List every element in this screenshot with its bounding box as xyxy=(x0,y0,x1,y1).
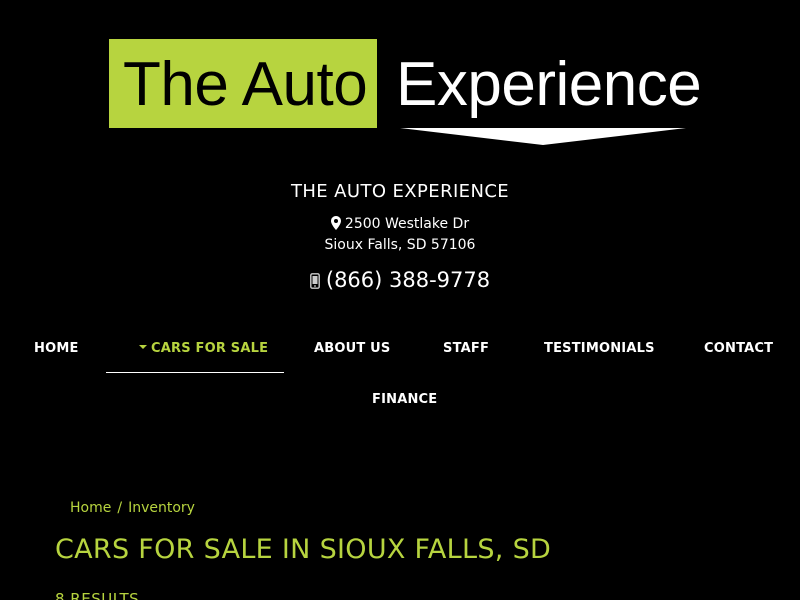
page: The Auto Experience THE AUTO EXPERIENCE … xyxy=(0,0,800,600)
nav-home[interactable]: HOME xyxy=(34,339,79,359)
mobile-phone-icon xyxy=(309,273,320,289)
dealer-phone-link[interactable]: (866) 388-9778 xyxy=(0,268,800,292)
dealer-address-line1[interactable]: 2500 Westlake Dr xyxy=(0,216,800,232)
nav-testimonials[interactable]: TESTIMONIALS xyxy=(544,339,655,359)
nav-staff[interactable]: STAFF xyxy=(443,339,489,359)
logo-swoosh-graphic xyxy=(400,128,686,145)
caret-down-icon xyxy=(139,345,147,349)
nav-about-us[interactable]: ABOUT US xyxy=(314,339,391,359)
breadcrumb: Home / Inventory xyxy=(70,500,195,516)
results-count: 8 RESULTS xyxy=(55,590,140,600)
breadcrumb-separator: / xyxy=(117,500,123,516)
dealer-phone-text: (866) 388-9778 xyxy=(325,268,491,292)
nav-finance[interactable]: FINANCE xyxy=(372,390,437,410)
breadcrumb-inventory-link[interactable]: Inventory xyxy=(128,500,195,516)
nav-active-underline xyxy=(106,372,284,373)
breadcrumb-home-link[interactable]: Home xyxy=(70,500,111,516)
map-marker-icon xyxy=(330,216,341,230)
nav-cars-for-sale-label: CARS FOR SALE xyxy=(151,341,269,356)
address-line1-text: 2500 Westlake Dr xyxy=(344,216,470,232)
logo-text-right: Experience xyxy=(396,50,702,119)
logo-text-left: The Auto xyxy=(123,50,368,119)
dealer-address-line2[interactable]: Sioux Falls, SD 57106 xyxy=(0,237,800,253)
dealer-name: THE AUTO EXPERIENCE xyxy=(290,181,510,202)
nav-contact[interactable]: CONTACT xyxy=(704,339,773,359)
page-title: CARS FOR SALE IN SIOUX FALLS, SD xyxy=(55,534,552,565)
nav-cars-for-sale[interactable]: CARS FOR SALE xyxy=(139,339,268,359)
site-logo[interactable]: The Auto Experience xyxy=(0,0,800,160)
